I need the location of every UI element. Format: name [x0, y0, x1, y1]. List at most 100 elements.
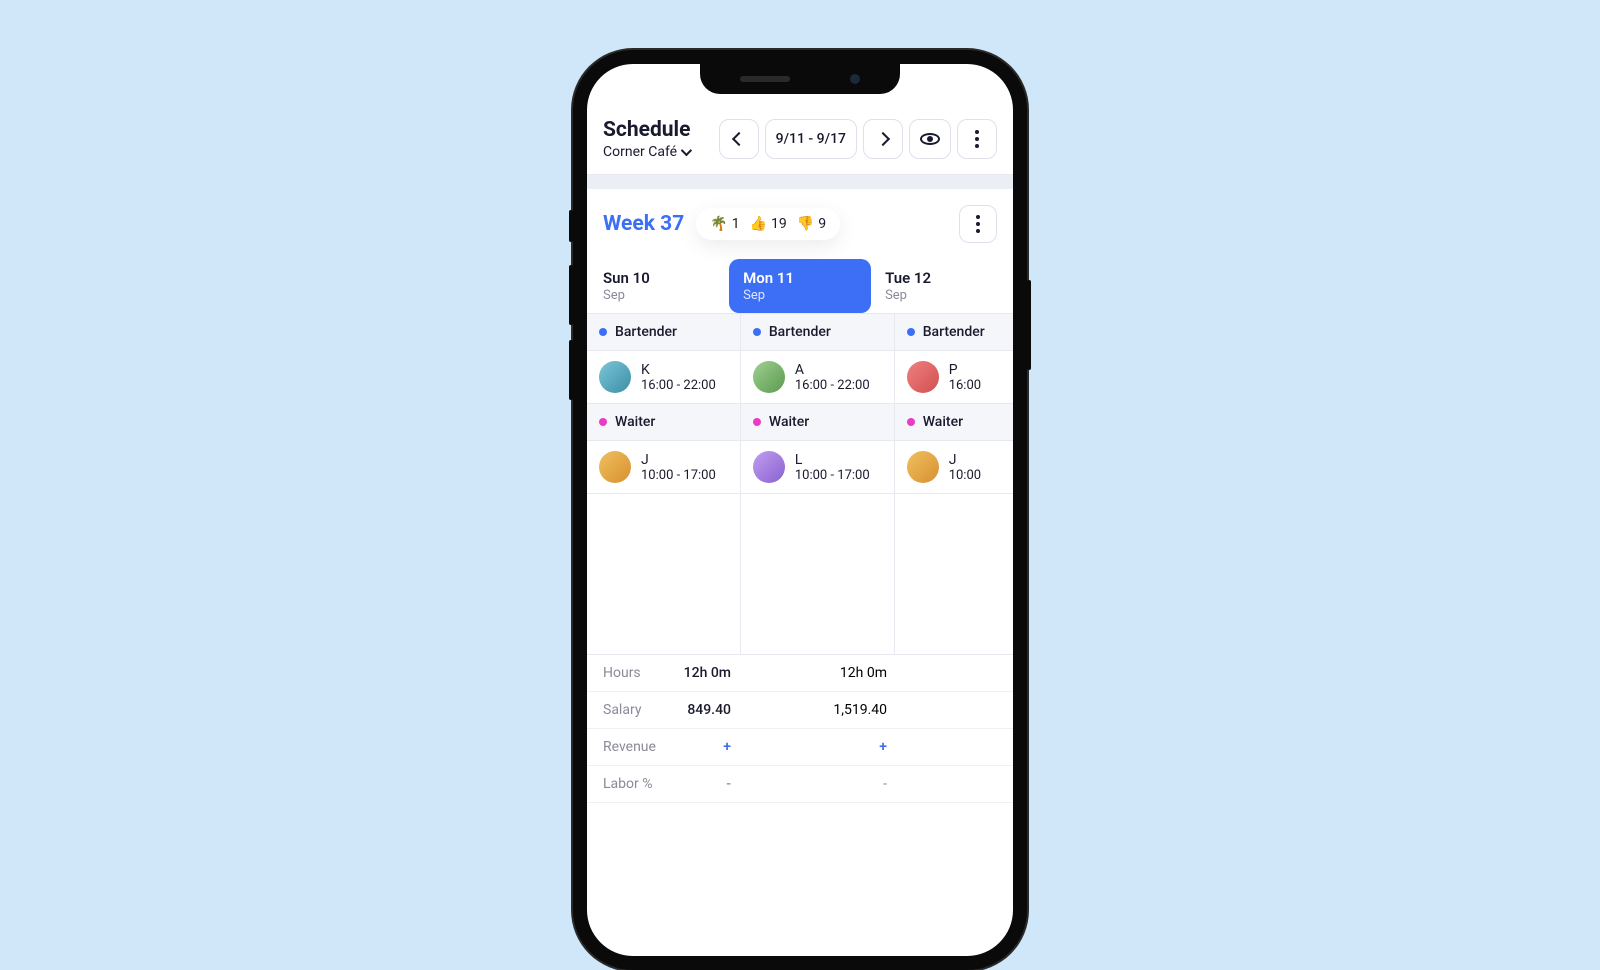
volume-down-button [569, 340, 573, 400]
shift-name: P [949, 362, 981, 378]
role-label: Waiter [769, 414, 809, 430]
arrow-left-icon [732, 132, 746, 146]
avatar [753, 451, 785, 483]
prev-week-button[interactable] [719, 119, 759, 159]
kpi-value: 1,519.40 [743, 692, 899, 728]
day-month: Sep [743, 288, 857, 303]
shift-time: 16:00 - 22:00 [795, 378, 870, 393]
shift-info: J 10:00 [949, 452, 981, 483]
palm-icon: 🌴 [710, 216, 727, 232]
volume-up-button [569, 265, 573, 325]
avatar [599, 451, 631, 483]
role-header-waiter: Waiter [895, 404, 1013, 441]
kpi-value [899, 766, 1011, 802]
day-tab-tue[interactable]: Tue 12 Sep [871, 259, 1013, 313]
denied-count: 9 [818, 216, 826, 232]
shift-name: A [795, 362, 870, 378]
day-tab-mon[interactable]: Mon 11 Sep [729, 259, 871, 313]
approved-stat: 👍 19 [750, 216, 787, 232]
shift-time: 16:00 [949, 378, 981, 393]
header-controls: 9/11 - 9/17 [719, 119, 997, 159]
app-header: Schedule Corner Café 9/11 - 9/17 [587, 104, 1013, 175]
role-label: Bartender [615, 324, 677, 340]
shift-time: 10:00 - 17:00 [795, 468, 870, 483]
thumbs-up-icon: 👍 [750, 216, 767, 232]
role-dot-icon [907, 328, 915, 336]
kpi-label: Hours [587, 655, 677, 691]
kpi-label: Revenue [587, 729, 677, 765]
notch [700, 64, 900, 94]
shift-item[interactable]: L 10:00 - 17:00 [741, 441, 894, 494]
kpi-value: - [677, 766, 743, 802]
avatar [907, 451, 939, 483]
shift-item[interactable]: K 16:00 - 22:00 [587, 351, 740, 404]
schedule-grid: Bartender K 16:00 - 22:00 Waiter [587, 313, 1013, 654]
week-row: Week 37 🌴 1 👍 19 👎 9 [587, 189, 1013, 259]
phone-screen: Schedule Corner Café 9/11 - 9/17 W [587, 64, 1013, 956]
kpi-value [899, 692, 1011, 728]
role-label: Waiter [923, 414, 963, 430]
kpi-value: 12h 0m [677, 655, 743, 691]
kpi-value: - [743, 766, 899, 802]
day-tabs: Sun 10 Sep Mon 11 Sep Tue 12 Sep [587, 259, 1013, 313]
day-name: Tue 12 [885, 269, 999, 287]
power-button [1027, 280, 1031, 370]
week-menu-button[interactable] [959, 205, 997, 243]
vacation-stat: 🌴 1 [710, 216, 739, 232]
header-menu-button[interactable] [957, 119, 997, 159]
approved-count: 19 [771, 216, 787, 232]
phone-frame: Schedule Corner Café 9/11 - 9/17 W [573, 50, 1027, 970]
kpi-row-revenue: Revenue + + [587, 729, 1013, 766]
schedule-column: Bartender A 16:00 - 22:00 Waiter [741, 314, 895, 654]
role-header-bartender: Bartender [587, 314, 740, 351]
shift-time: 10:00 [949, 468, 981, 483]
shift-name: L [795, 452, 870, 468]
role-header-bartender: Bartender [741, 314, 894, 351]
shift-item[interactable]: P 16:00 [895, 351, 1013, 404]
role-header-waiter: Waiter [741, 404, 894, 441]
dots-vertical-icon [975, 130, 979, 148]
shift-item[interactable]: J 10:00 - 17:00 [587, 441, 740, 494]
shift-name: J [949, 452, 981, 468]
shift-name: J [641, 452, 716, 468]
view-toggle-button[interactable] [909, 119, 951, 159]
shift-info: J 10:00 - 17:00 [641, 452, 716, 483]
vacation-count: 1 [732, 216, 740, 232]
shift-name: K [641, 362, 716, 378]
schedule-column: Bartender K 16:00 - 22:00 Waiter [587, 314, 741, 654]
shift-info: L 10:00 - 17:00 [795, 452, 870, 483]
kpi-value [899, 655, 1011, 691]
week-title: Week 37 [603, 212, 684, 236]
day-name: Mon 11 [743, 269, 857, 287]
kpi-row-hours: Hours 12h 0m 12h 0m [587, 655, 1013, 692]
kpi-value: 12h 0m [743, 655, 899, 691]
next-week-button[interactable] [863, 119, 903, 159]
shift-time: 10:00 - 17:00 [641, 468, 716, 483]
schedule-column: Bartender P 16:00 Waiter [895, 314, 1013, 654]
arrow-right-icon [876, 132, 890, 146]
location-selector[interactable]: Corner Café [603, 144, 713, 160]
shift-info: K 16:00 - 22:00 [641, 362, 716, 393]
shift-info: A 16:00 - 22:00 [795, 362, 870, 393]
week-stats-pill[interactable]: 🌴 1 👍 19 👎 9 [696, 208, 840, 240]
header-left: Schedule Corner Café [603, 118, 713, 160]
avatar [753, 361, 785, 393]
page-title: Schedule [603, 118, 713, 142]
role-dot-icon [599, 328, 607, 336]
day-month: Sep [603, 288, 715, 303]
speaker-icon [740, 76, 790, 82]
shift-item[interactable]: A 16:00 - 22:00 [741, 351, 894, 404]
eye-icon [920, 133, 940, 145]
shift-time: 16:00 - 22:00 [641, 378, 716, 393]
role-label: Bartender [923, 324, 985, 340]
add-revenue-button[interactable]: + [743, 729, 899, 765]
day-month: Sep [885, 288, 999, 303]
mute-switch [569, 210, 573, 242]
add-revenue-button[interactable]: + [677, 729, 743, 765]
day-tab-sun[interactable]: Sun 10 Sep [587, 259, 729, 313]
app-root: Schedule Corner Café 9/11 - 9/17 W [587, 64, 1013, 803]
divider-bar [587, 175, 1013, 189]
date-range-button[interactable]: 9/11 - 9/17 [765, 119, 857, 159]
role-dot-icon [753, 328, 761, 336]
shift-item[interactable]: J 10:00 [895, 441, 1013, 494]
